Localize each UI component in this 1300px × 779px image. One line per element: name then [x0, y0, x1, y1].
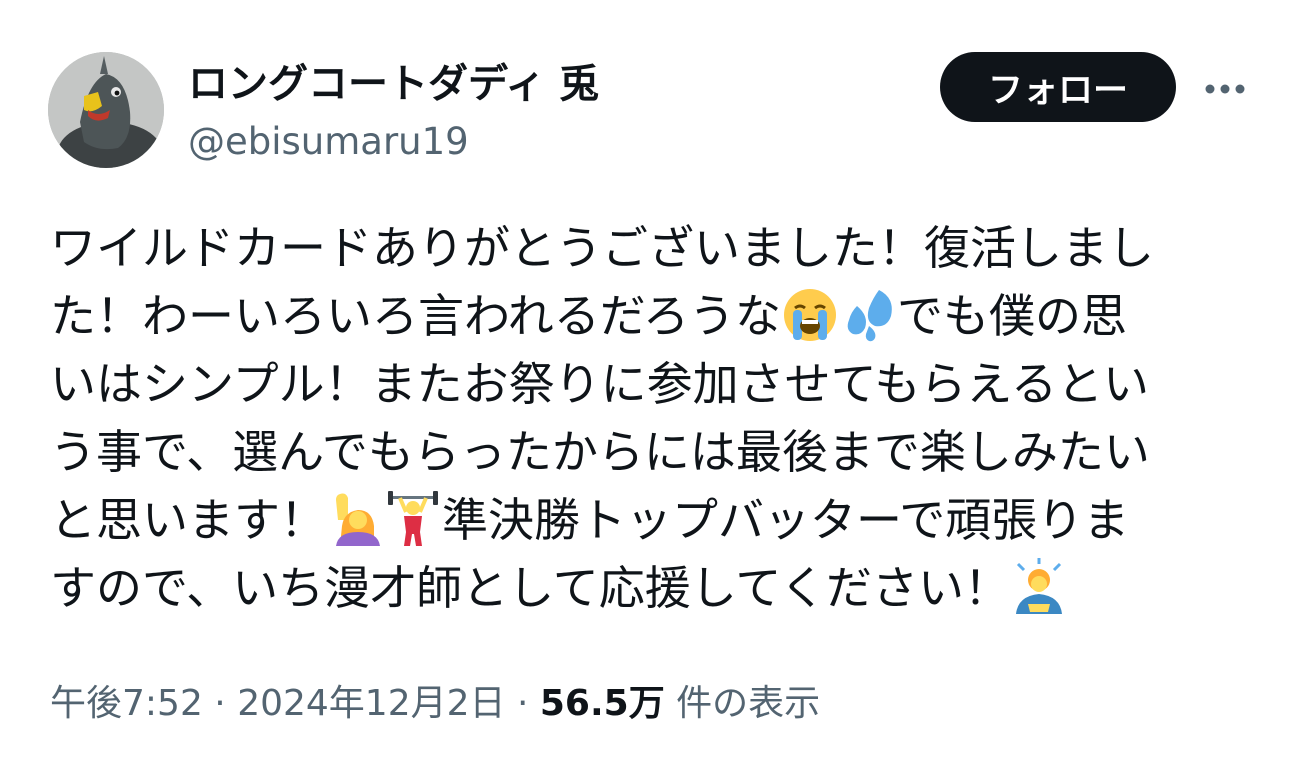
follow-button[interactable]: フォロー	[940, 52, 1176, 122]
meta-separator: ·	[505, 683, 540, 724]
meta-separator: ·	[202, 683, 238, 724]
more-dots-icon	[1205, 84, 1245, 94]
tweet: ロングコートダディ 兎 @ebisumaru19 フォロー ワイルドカードありが…	[0, 0, 1300, 779]
avatar-image	[48, 52, 164, 168]
tweet-text: ワイルドカードありがとうございました！復活しまし た！わーいろいろ言われるだろう…	[50, 214, 1240, 622]
tweet-text-fragment: と思います！	[50, 493, 326, 547]
tweet-text-line: ワイルドカードありがとうございました！復活しまし	[50, 221, 1154, 275]
tweet-text-fragment: すので、いち漫才師として応援してください！	[50, 561, 1011, 615]
display-name[interactable]: ロングコートダディ 兎	[188, 56, 599, 112]
tweet-date[interactable]: 2024年12月2日	[237, 683, 505, 724]
tweet-text-line: すので、いち漫才師として応援してください！	[50, 554, 1240, 622]
tweet-text-fragment: でも僕の思	[896, 289, 1127, 343]
more-options-button[interactable]	[1198, 62, 1252, 116]
tweet-text-line: う事で、選んでもらったからには最後まで楽しみたい	[50, 425, 1150, 479]
views-label: 件の表示	[664, 683, 821, 724]
views-count: 56.5万	[539, 683, 665, 724]
user-handle[interactable]: @ebisumaru19	[188, 116, 469, 168]
tweet-text-line: と思います！ 準決勝トップバッターで頑張りま	[50, 486, 1240, 554]
tweet-text-line: いはシンプル！またお祭りに参加させてもらえるとい	[50, 357, 1149, 411]
tweet-text-fragment: た！わーいろいろ言われるだろうな	[50, 289, 781, 343]
tweet-time[interactable]: 午後7:52	[50, 683, 203, 724]
tweet-meta: 午後7:52 · 2024年12月2日 · 56.5万 件の表示	[50, 678, 820, 730]
person-bowing-icon	[1010, 558, 1068, 616]
woman-raising-hand-icon	[326, 490, 384, 548]
tweet-text-fragment: 準決勝トップバッターで頑張りま	[442, 493, 1130, 547]
avatar[interactable]	[48, 52, 164, 168]
woman-lifting-weights-icon	[384, 490, 442, 548]
sweat-droplets-icon	[839, 286, 897, 344]
loudly-crying-face-icon	[781, 286, 839, 344]
tweet-text-line: た！わーいろいろ言われるだろうな でも僕の思	[50, 282, 1240, 350]
